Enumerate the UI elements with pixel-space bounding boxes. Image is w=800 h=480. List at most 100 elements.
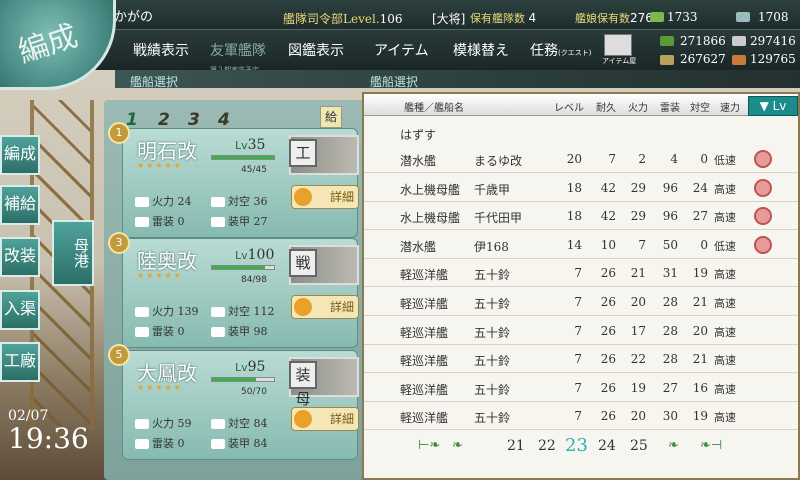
first-page-arrow[interactable]: ⊢❧ (418, 438, 440, 453)
row-hp: 26 (600, 352, 616, 367)
row-fire: 22 (630, 352, 646, 367)
ship-girl-count-label: 艦娘保有数 (575, 12, 630, 25)
level-value: 35 (247, 137, 266, 153)
remove-ship-button[interactable]: はずす (400, 126, 436, 143)
last-page-arrow[interactable]: ❧⊣ (700, 438, 722, 453)
ship-row[interactable]: 軽巡洋艦 五十鈴 7 26 22 28 21 高速 (364, 346, 798, 374)
row-hp: 26 (600, 380, 616, 395)
row-level: 7 (574, 323, 582, 338)
level-value: 95 (247, 359, 266, 375)
ship-level: Lv95 (235, 359, 265, 375)
row-speed: 低速 (714, 239, 736, 253)
ship-girl-count: 艦娘保有数276 (575, 10, 653, 26)
col-torp[interactable]: 雷装 (660, 99, 680, 114)
fleet-tab-4[interactable]: 4 (218, 110, 230, 130)
item-shop-label: アイテム屋 (602, 57, 637, 65)
menu-items[interactable]: アイテム (374, 40, 429, 60)
ship-row[interactable]: 軽巡洋艦 五十鈴 7 26 17 28 20 高速 (364, 318, 798, 345)
col-speed[interactable]: 速力 (720, 99, 740, 114)
fleet-tab-2[interactable]: 2 (158, 110, 170, 130)
level-value: 100 (247, 247, 275, 263)
menu-battle-record[interactable]: 戦績表示 (133, 40, 189, 60)
lock-icon[interactable] (754, 150, 772, 168)
armor-label: 装甲 (228, 325, 250, 338)
row-level: 7 (574, 409, 582, 424)
menu-encyclopedia[interactable]: 図鑑表示 (288, 40, 344, 60)
ship-level: Lv35 (235, 137, 265, 153)
row-aa: 27 (692, 209, 708, 224)
fleet-supply-button[interactable]: 給 (320, 106, 342, 128)
col-hp[interactable]: 耐久 (596, 99, 616, 114)
ship-row[interactable]: 潜水艦 伊168 14 10 7 50 0 低速 (364, 232, 798, 259)
menu-quests[interactable]: 任務(クエスト) (530, 40, 591, 60)
aa-value: 84 (253, 417, 268, 430)
page-24[interactable]: 24 (598, 438, 616, 454)
row-speed: 高速 (714, 182, 736, 196)
bauxite-icon (732, 55, 746, 65)
ship-type: 潜水艦 (400, 154, 437, 168)
aa-icon (211, 197, 225, 207)
ship-row[interactable]: 軽巡洋艦 五十鈴 7 26 19 27 16 高速 (364, 375, 798, 402)
row-fire: 17 (630, 323, 646, 338)
row-speed: 低速 (714, 154, 736, 167)
ship-row-name: 伊168 (474, 239, 509, 254)
row-level: 7 (574, 352, 582, 367)
page-22[interactable]: 22 (538, 438, 556, 454)
devmat-count: 1708 (758, 10, 789, 24)
menu-furniture[interactable]: 模様替え (453, 40, 509, 60)
nav-remodel[interactable]: 改装 (0, 237, 40, 277)
ship-row-name: 五十鈴 (474, 268, 511, 283)
next-page-arrow[interactable]: ❧ (668, 438, 679, 453)
ship-row[interactable]: 潜水艦 まるゆ改 20 7 2 4 0 低速 (364, 146, 798, 173)
nav-arsenal[interactable]: 工廠 (0, 342, 40, 382)
item-shop-icon[interactable] (604, 34, 632, 56)
col-level[interactable]: レベル (554, 99, 584, 114)
col-aa[interactable]: 対空 (690, 99, 710, 114)
torp-value: 0 (177, 215, 185, 228)
steel-count: 297416 (750, 34, 796, 48)
detail-button[interactable]: 詳細 (291, 185, 359, 209)
ship-row[interactable]: 軽巡洋艦 五十鈴 7 26 20 30 19 高速 (364, 403, 798, 431)
lock-icon[interactable] (754, 235, 772, 254)
row-hp: 10 (600, 237, 616, 252)
ship-row[interactable]: 水上機母艦 千代田甲 18 42 29 96 27 高速 (364, 203, 798, 231)
row-aa: 21 (692, 295, 708, 309)
ship-row-name: まるゆ改 (474, 154, 523, 168)
organize-logo: 編成 (0, 0, 116, 90)
detail-button[interactable]: 詳細 (291, 407, 359, 431)
sort-button[interactable]: ▼ Lv (748, 96, 798, 116)
ship-row[interactable]: 軽巡洋艦 五十鈴 7 26 21 31 19 高速 (364, 260, 798, 288)
armor-value: 27 (253, 215, 268, 228)
prev-page-arrow[interactable]: ❧ (452, 438, 463, 453)
fire-icon (135, 307, 149, 317)
fleet-slot-number: 3 (108, 232, 130, 254)
nav-supply[interactable]: 補給 (0, 185, 40, 225)
nav-organize[interactable]: 編成 (0, 135, 40, 175)
hq-level: 艦隊司令部Level.106 (283, 10, 403, 27)
stat-armor: 装甲 98 (211, 323, 268, 339)
fleet-slot-number: 5 (108, 344, 130, 366)
ship-row[interactable]: 軽巡洋艦 五十鈴 7 26 20 28 21 高速 (364, 289, 798, 316)
ship-row[interactable]: 水上機母艦 千歳甲 18 42 29 96 24 高速 (364, 175, 798, 202)
home-port-button[interactable]: 母港 (52, 220, 94, 286)
row-level: 18 (566, 209, 582, 224)
page-21[interactable]: 21 (507, 438, 525, 454)
detail-button[interactable]: 詳細 (291, 295, 359, 319)
row-fire: 21 (630, 266, 646, 281)
page-25[interactable]: 25 (630, 438, 648, 454)
page-23[interactable]: 23 (565, 435, 588, 456)
fleet-tab-3[interactable]: 3 (188, 110, 200, 130)
nav-repair[interactable]: 入渠 (0, 290, 40, 330)
ship-card[interactable]: 明石改 Lv35 ★★★★★ 45/45 火力 24 対空 36 雷装 0 装甲… (122, 128, 359, 238)
hp-bar (211, 265, 275, 270)
ship-card[interactable]: 大鳳改 Lv95 ★★★★★ 50/70 火力 59 対空 84 雷装 0 装甲… (122, 350, 359, 460)
col-name[interactable]: 艦種／艦船名 (404, 99, 464, 114)
stat-armor: 装甲 84 (211, 435, 268, 451)
col-fire[interactable]: 火力 (628, 99, 648, 114)
stat-torp: 雷装 0 (135, 435, 185, 451)
stat-aa: 対空 84 (211, 415, 268, 431)
ship-card[interactable]: 陸奥改 Lv100 ★★★★★ 84/98 火力 139 対空 112 雷装 0… (122, 238, 359, 348)
ship-row-name: 五十鈴 (474, 354, 511, 369)
lock-icon[interactable] (754, 178, 772, 197)
lock-icon[interactable] (754, 207, 772, 226)
